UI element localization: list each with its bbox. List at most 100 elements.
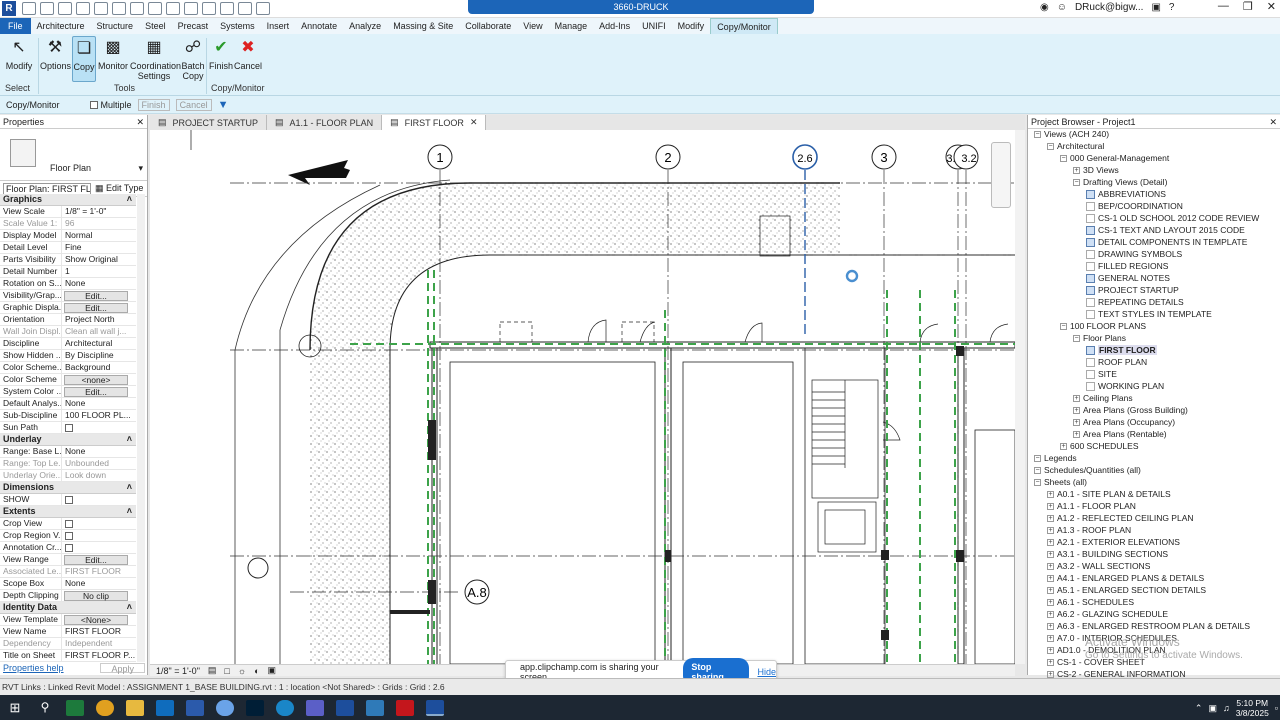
property-row[interactable]: Visibility/Grap... Edit...: [0, 290, 136, 302]
revit-icon[interactable]: [336, 699, 354, 716]
property-row[interactable]: View Scale 1/8" = 1'-0": [0, 206, 136, 218]
modify-button[interactable]: ↖ Modify: [4, 36, 34, 72]
collapse-icon[interactable]: ˄: [127, 194, 132, 205]
browser-item[interactable]: + A4.1 - ENLARGED PLANS & DETAILS: [1047, 573, 1204, 583]
property-row[interactable]: Orientation Project North: [0, 314, 136, 326]
volume-icon[interactable]: ♫: [1223, 703, 1230, 713]
sun-path-icon[interactable]: ☼: [238, 666, 246, 676]
tab-first-floor[interactable]: ▤ FIRST FLOOR ✕: [382, 115, 487, 130]
undo-icon[interactable]: [76, 2, 90, 15]
tab-a1-1-floor-plan[interactable]: ▤ A1.1 - FLOOR PLAN: [267, 115, 383, 130]
expand-icon[interactable]: +: [1073, 166, 1080, 174]
filter-icon[interactable]: ▼: [218, 99, 229, 111]
browser-item[interactable]: + A1.2 - REFLECTED CEILING PLAN: [1047, 513, 1194, 523]
browser-item[interactable]: + A5.1 - ENLARGED SECTION DETAILS: [1047, 585, 1206, 595]
open-icon[interactable]: [22, 2, 36, 15]
property-row[interactable]: Default Analys... None: [0, 398, 136, 410]
restore-icon[interactable]: ❐: [1243, 0, 1253, 13]
ribbon-tab-file[interactable]: File: [0, 18, 31, 34]
property-row[interactable]: Crop Region V...: [0, 530, 136, 542]
property-row[interactable]: Annotation Cr...: [0, 542, 136, 554]
3d-view-icon[interactable]: [184, 2, 198, 15]
ribbon-tab-steel[interactable]: Steel: [139, 18, 172, 34]
close-browser-icon[interactable]: ✕: [1269, 117, 1277, 127]
notification-icon[interactable]: ▫: [1275, 703, 1278, 713]
property-row[interactable]: Underlay Orie... Look down: [0, 470, 136, 482]
collapse-icon[interactable]: ˄: [127, 602, 132, 613]
expand-icon[interactable]: −: [1034, 478, 1041, 486]
chrome-icon[interactable]: [96, 699, 114, 716]
revit-active-icon[interactable]: [426, 699, 444, 716]
switch-windows-icon[interactable]: [256, 2, 270, 15]
file-explorer-icon[interactable]: [126, 699, 144, 716]
canvas-scrollbar[interactable]: [1015, 130, 1025, 664]
expand-icon[interactable]: +: [1047, 502, 1054, 510]
expand-icon[interactable]: −: [1073, 178, 1080, 186]
property-row[interactable]: Crop View: [0, 518, 136, 530]
expand-icon[interactable]: −: [1047, 142, 1054, 150]
text-icon[interactable]: [166, 2, 180, 15]
ribbon-tab-add-ins[interactable]: Add-Ins: [593, 18, 636, 34]
group-graphics[interactable]: Graphics ˄: [0, 194, 136, 206]
property-row[interactable]: Detail Number 1: [0, 266, 136, 278]
property-row[interactable]: Wall Join Displ... Clean all wall j...: [0, 326, 136, 338]
clock[interactable]: 5:10 PM 3/8/2025: [1236, 698, 1269, 718]
property-row[interactable]: Range: Base L... None: [0, 446, 136, 458]
outlook-icon[interactable]: [156, 699, 174, 716]
group-underlay[interactable]: Underlay ˄: [0, 434, 136, 446]
browser-item[interactable]: DRAWING SYMBOLS: [1086, 249, 1182, 259]
expand-icon[interactable]: +: [1047, 622, 1054, 630]
browser-item[interactable]: − Legends: [1034, 453, 1077, 463]
browser-item[interactable]: − Architectural: [1047, 141, 1104, 151]
thin-lines-icon[interactable]: [220, 2, 234, 15]
expand-icon[interactable]: +: [1073, 394, 1080, 402]
property-row[interactable]: Associated Le... FIRST FLOOR: [0, 566, 136, 578]
expand-icon[interactable]: +: [1047, 538, 1054, 546]
start-icon[interactable]: ⊞: [6, 700, 24, 716]
property-row[interactable]: Dependency Independent: [0, 638, 136, 650]
browser-item[interactable]: + A6.1 - SCHEDULES: [1047, 597, 1134, 607]
photoshop-icon[interactable]: [246, 699, 264, 716]
expand-icon[interactable]: +: [1073, 406, 1080, 414]
copy-button[interactable]: ❏ Copy: [72, 36, 96, 82]
expand-icon[interactable]: −: [1060, 154, 1067, 162]
minimize-icon[interactable]: —: [1218, 0, 1229, 13]
browser-item[interactable]: + A0.1 - SITE PLAN & DETAILS: [1047, 489, 1171, 499]
sync-icon[interactable]: [58, 2, 72, 15]
drawing-canvas[interactable]: 1 2 2.6 3 3.1 3.2 A.8: [150, 130, 1015, 664]
instance-selector[interactable]: Floor Plan: FIRST FLO: [3, 182, 91, 195]
property-row[interactable]: Rotation on S... None: [0, 278, 136, 290]
search-icon[interactable]: ⚲: [36, 700, 54, 716]
browser-item[interactable]: CS-1 OLD SCHOOL 2012 CODE REVIEW: [1086, 213, 1259, 223]
browser-item[interactable]: −000 General-Management: [1060, 153, 1169, 163]
browser-item[interactable]: + A6.2 - GLAZING SCHEDULE: [1047, 609, 1168, 619]
collapse-icon[interactable]: ˄: [127, 506, 132, 517]
expand-icon[interactable]: +: [1047, 658, 1054, 666]
collapse-icon[interactable]: ˄: [127, 482, 132, 493]
property-checkbox[interactable]: [65, 531, 73, 540]
property-row[interactable]: View Name FIRST FLOOR: [0, 626, 136, 638]
expand-icon[interactable]: +: [1047, 574, 1054, 582]
property-row[interactable]: Display Model Normal: [0, 230, 136, 242]
browser-item[interactable]: + A2.1 - EXTERIOR ELEVATIONS: [1047, 537, 1180, 547]
browser-item[interactable]: FIRST FLOOR: [1086, 345, 1157, 355]
browser-item[interactable]: REPEATING DETAILS: [1086, 297, 1184, 307]
expand-icon[interactable]: +: [1047, 598, 1054, 606]
browser-item[interactable]: + A1.3 - ROOF PLAN: [1047, 525, 1131, 535]
expand-icon[interactable]: +: [1073, 418, 1080, 426]
property-row[interactable]: Range: Top Le... Unbounded: [0, 458, 136, 470]
print-icon[interactable]: [112, 2, 126, 15]
panel-select-label[interactable]: Select: [5, 83, 30, 93]
multiple-checkbox[interactable]: Multiple: [89, 100, 132, 110]
ribbon-tab-view[interactable]: View: [517, 18, 548, 34]
expand-icon[interactable]: +: [1047, 490, 1054, 498]
shadows-icon[interactable]: ◐: [254, 666, 259, 676]
ribbon-tab-structure[interactable]: Structure: [91, 18, 140, 34]
browser-item[interactable]: + Area Plans (Gross Building): [1073, 405, 1188, 415]
collapse-icon[interactable]: ˄: [127, 434, 132, 445]
browser-item[interactable]: SITE: [1086, 369, 1117, 379]
browser-item[interactable]: + A1.1 - FLOOR PLAN: [1047, 501, 1136, 511]
save-icon[interactable]: [40, 2, 54, 15]
browser-item[interactable]: GENERAL NOTES: [1086, 273, 1170, 283]
dimension-icon[interactable]: [148, 2, 162, 15]
